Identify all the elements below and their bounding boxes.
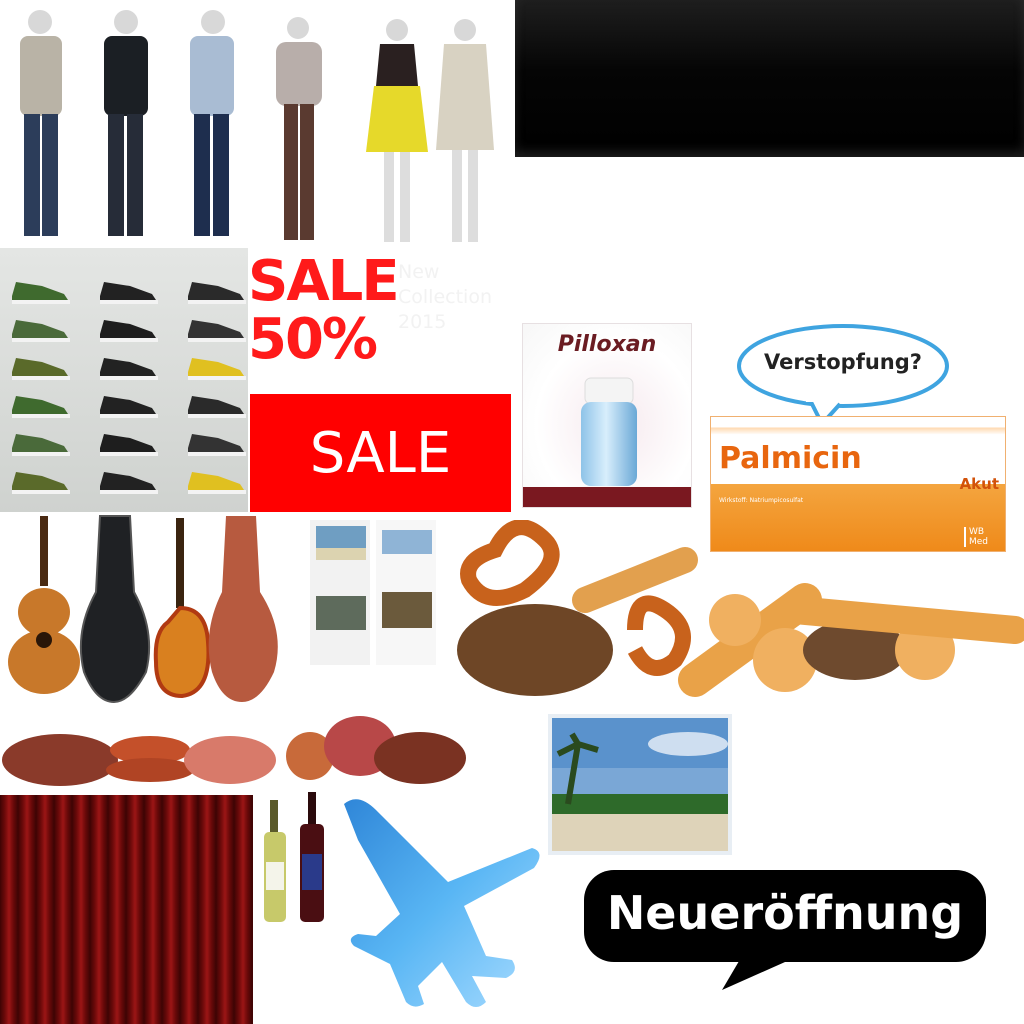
guitar-case-brown-icon bbox=[208, 516, 278, 702]
shoe-icon bbox=[12, 358, 68, 376]
shoe-icon bbox=[100, 434, 156, 452]
shoe-sole bbox=[100, 452, 158, 456]
shoe-sole bbox=[12, 452, 70, 456]
guitars-image bbox=[0, 512, 300, 704]
shoe-sole bbox=[100, 490, 158, 494]
shoe-icon bbox=[188, 358, 244, 376]
mannequin-2 bbox=[104, 10, 148, 236]
bubble-text: Verstopfung? bbox=[764, 350, 922, 374]
beach-photo bbox=[548, 714, 732, 855]
shoe-icon bbox=[12, 434, 68, 452]
collection-line: 2015 bbox=[398, 311, 447, 333]
sale-banner-label: SALE bbox=[309, 420, 452, 486]
shoe-icon bbox=[12, 396, 68, 414]
red-wine-bottle-icon bbox=[300, 792, 324, 922]
airplane-icon bbox=[344, 799, 540, 1007]
speech-bubble-icon bbox=[737, 324, 949, 426]
palmicin-variant: Akut bbox=[959, 475, 999, 493]
wine-bottles bbox=[258, 790, 334, 930]
sale-percent: 50% bbox=[248, 307, 378, 372]
shoe-icon bbox=[100, 282, 156, 300]
collection-line: New bbox=[398, 261, 440, 283]
shoe-wall-image bbox=[0, 248, 248, 512]
electric-guitar-icon bbox=[153, 518, 211, 699]
neueroffnung-text: Neueröffnung bbox=[606, 886, 964, 940]
shoe-icon bbox=[188, 396, 244, 414]
shoe-sole bbox=[188, 452, 246, 456]
shoe-icon bbox=[100, 396, 156, 414]
palmicin-name: Palmicin bbox=[719, 441, 862, 476]
verstopfung-speech-bubble: Verstopfung? bbox=[736, 322, 950, 426]
mannequin-1 bbox=[20, 10, 62, 236]
shoe-sole bbox=[12, 414, 70, 418]
pilloxan-product: Pilloxan bbox=[522, 323, 692, 508]
shoe-icon bbox=[100, 320, 156, 338]
shoe-icon bbox=[12, 472, 68, 490]
meats-image bbox=[0, 700, 470, 790]
shoe-sole bbox=[12, 300, 70, 304]
pilloxan-stripe bbox=[523, 487, 691, 507]
shoe-icon bbox=[100, 358, 156, 376]
shoe-sole bbox=[188, 300, 246, 304]
black-banner-panel bbox=[515, 0, 1024, 157]
shoe-icon bbox=[188, 472, 244, 490]
shoe-icon bbox=[12, 320, 68, 338]
pill-bottle-icon bbox=[581, 377, 637, 486]
sale-banner: SALE bbox=[250, 394, 511, 512]
neueroffnung-speech-bubble: Neueröffnung bbox=[582, 868, 988, 992]
airplane-graphic bbox=[336, 796, 546, 1010]
new-collection-text: New Collection 2015 bbox=[398, 260, 508, 335]
guitar-case-black-icon bbox=[79, 515, 151, 704]
mannequin-6 bbox=[436, 19, 494, 242]
shoe-sole bbox=[188, 376, 246, 380]
pretzel-icon bbox=[460, 520, 560, 606]
shoe-sole bbox=[100, 300, 158, 304]
collection-line: Collection bbox=[398, 286, 492, 308]
white-wine-bottle-icon bbox=[264, 800, 286, 922]
shoe-sole bbox=[100, 338, 158, 342]
mannequin-5 bbox=[366, 19, 428, 242]
sale-50-graphic: SALE 50% New Collection 2015 bbox=[248, 252, 508, 392]
shoe-icon bbox=[188, 320, 244, 338]
shoe-sole bbox=[188, 338, 246, 342]
mannequin-3 bbox=[190, 10, 234, 236]
shoe-sole bbox=[188, 414, 246, 418]
shoe-sole bbox=[12, 490, 70, 494]
shoe-sole bbox=[100, 376, 158, 380]
shoe-sole bbox=[12, 376, 70, 380]
mannequin-4 bbox=[276, 17, 322, 240]
shoe-sole bbox=[188, 490, 246, 494]
shoe-icon bbox=[12, 282, 68, 300]
shoe-sole bbox=[100, 414, 158, 418]
shoe-icon bbox=[188, 434, 244, 452]
red-curtain bbox=[0, 795, 253, 1024]
travel-brochure bbox=[310, 520, 440, 690]
palmicin-small-print: Wirkstoff: Natriumpicosulfat bbox=[719, 497, 804, 504]
acoustic-guitar-icon bbox=[8, 516, 80, 694]
shoe-sole bbox=[12, 338, 70, 342]
loaf-icon bbox=[457, 604, 613, 696]
pilloxan-name: Pilloxan bbox=[557, 332, 657, 357]
bread-pretzels-image bbox=[455, 520, 1024, 710]
sale-word: SALE bbox=[248, 252, 400, 314]
shoe-icon bbox=[188, 282, 244, 300]
shoe-icon bbox=[100, 472, 156, 490]
mannequins-image bbox=[0, 0, 500, 250]
